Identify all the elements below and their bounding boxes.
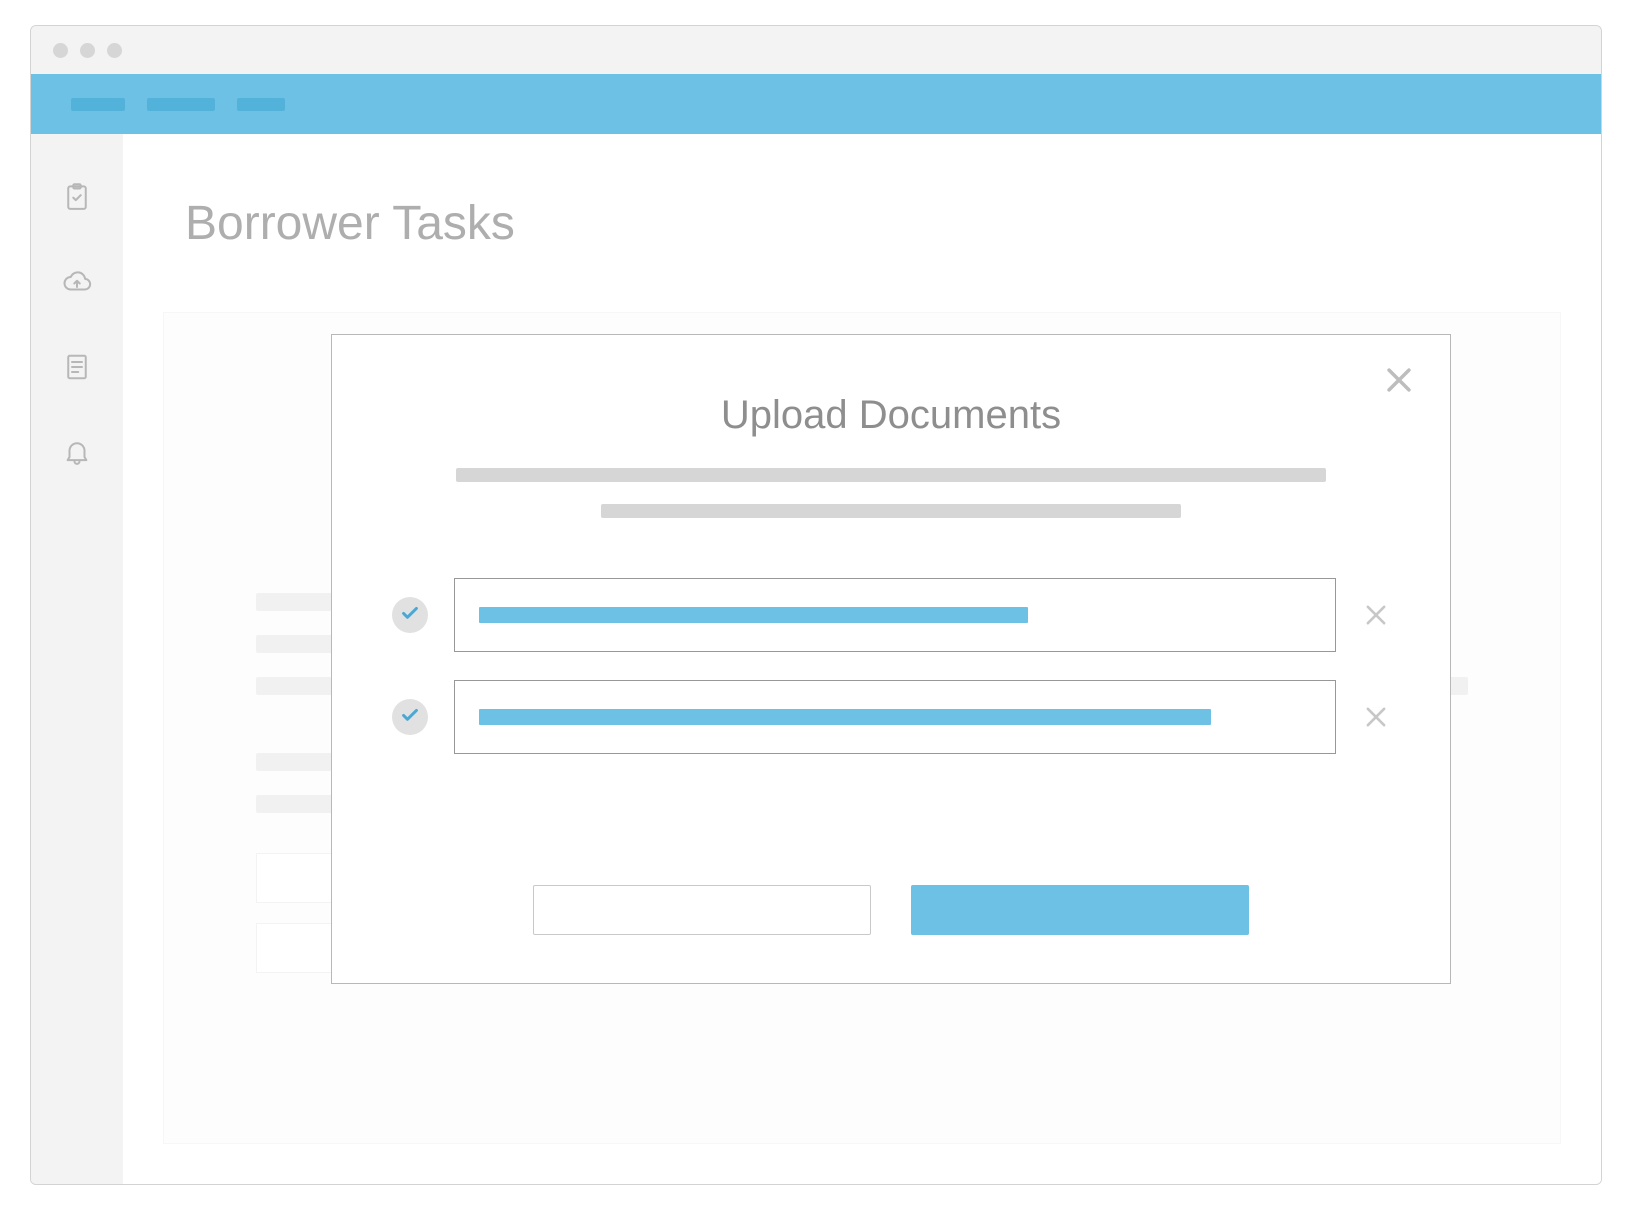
sidebar-item-documents[interactable] — [62, 352, 92, 387]
upload-row — [392, 680, 1390, 754]
cloud-upload-icon — [62, 284, 92, 301]
check-icon — [399, 602, 421, 629]
window-titlebar — [31, 26, 1601, 74]
upload-progress-bar — [479, 607, 1028, 623]
sidebar-item-upload[interactable] — [62, 267, 92, 302]
modal-subtitle — [392, 468, 1390, 518]
close-icon — [1362, 616, 1390, 633]
upload-status-badge — [392, 597, 428, 633]
sidebar-item-notifications[interactable] — [62, 437, 92, 472]
submit-button[interactable] — [911, 885, 1249, 935]
modal-close-button[interactable] — [1382, 363, 1416, 402]
sidebar — [31, 134, 123, 1184]
window-control-zoom[interactable] — [107, 43, 122, 58]
upload-progress — [454, 578, 1336, 652]
close-icon — [1382, 384, 1416, 401]
bell-icon — [62, 454, 92, 471]
upload-status-badge — [392, 699, 428, 735]
upload-remove-button[interactable] — [1362, 703, 1390, 731]
page-title: Borrower Tasks — [185, 196, 515, 251]
upload-list — [392, 578, 1390, 754]
app-header — [31, 74, 1601, 134]
close-icon — [1362, 718, 1390, 735]
upload-row — [392, 578, 1390, 652]
window-control-minimize[interactable] — [80, 43, 95, 58]
upload-documents-modal: Upload Documents — [331, 334, 1451, 984]
modal-title: Upload Documents — [392, 393, 1390, 438]
header-nav-item[interactable] — [237, 98, 285, 111]
upload-progress-bar — [479, 709, 1211, 725]
sidebar-item-tasks[interactable] — [62, 182, 92, 217]
upload-progress — [454, 680, 1336, 754]
header-nav-item[interactable] — [71, 98, 125, 111]
window-control-close[interactable] — [53, 43, 68, 58]
modal-actions — [332, 885, 1450, 935]
document-icon — [62, 369, 92, 386]
browser-frame: Borrower Tasks — [30, 25, 1602, 1185]
upload-remove-button[interactable] — [1362, 601, 1390, 629]
header-nav-item[interactable] — [147, 98, 215, 111]
check-icon — [399, 704, 421, 731]
cancel-button[interactable] — [533, 885, 871, 935]
clipboard-icon — [62, 199, 92, 216]
